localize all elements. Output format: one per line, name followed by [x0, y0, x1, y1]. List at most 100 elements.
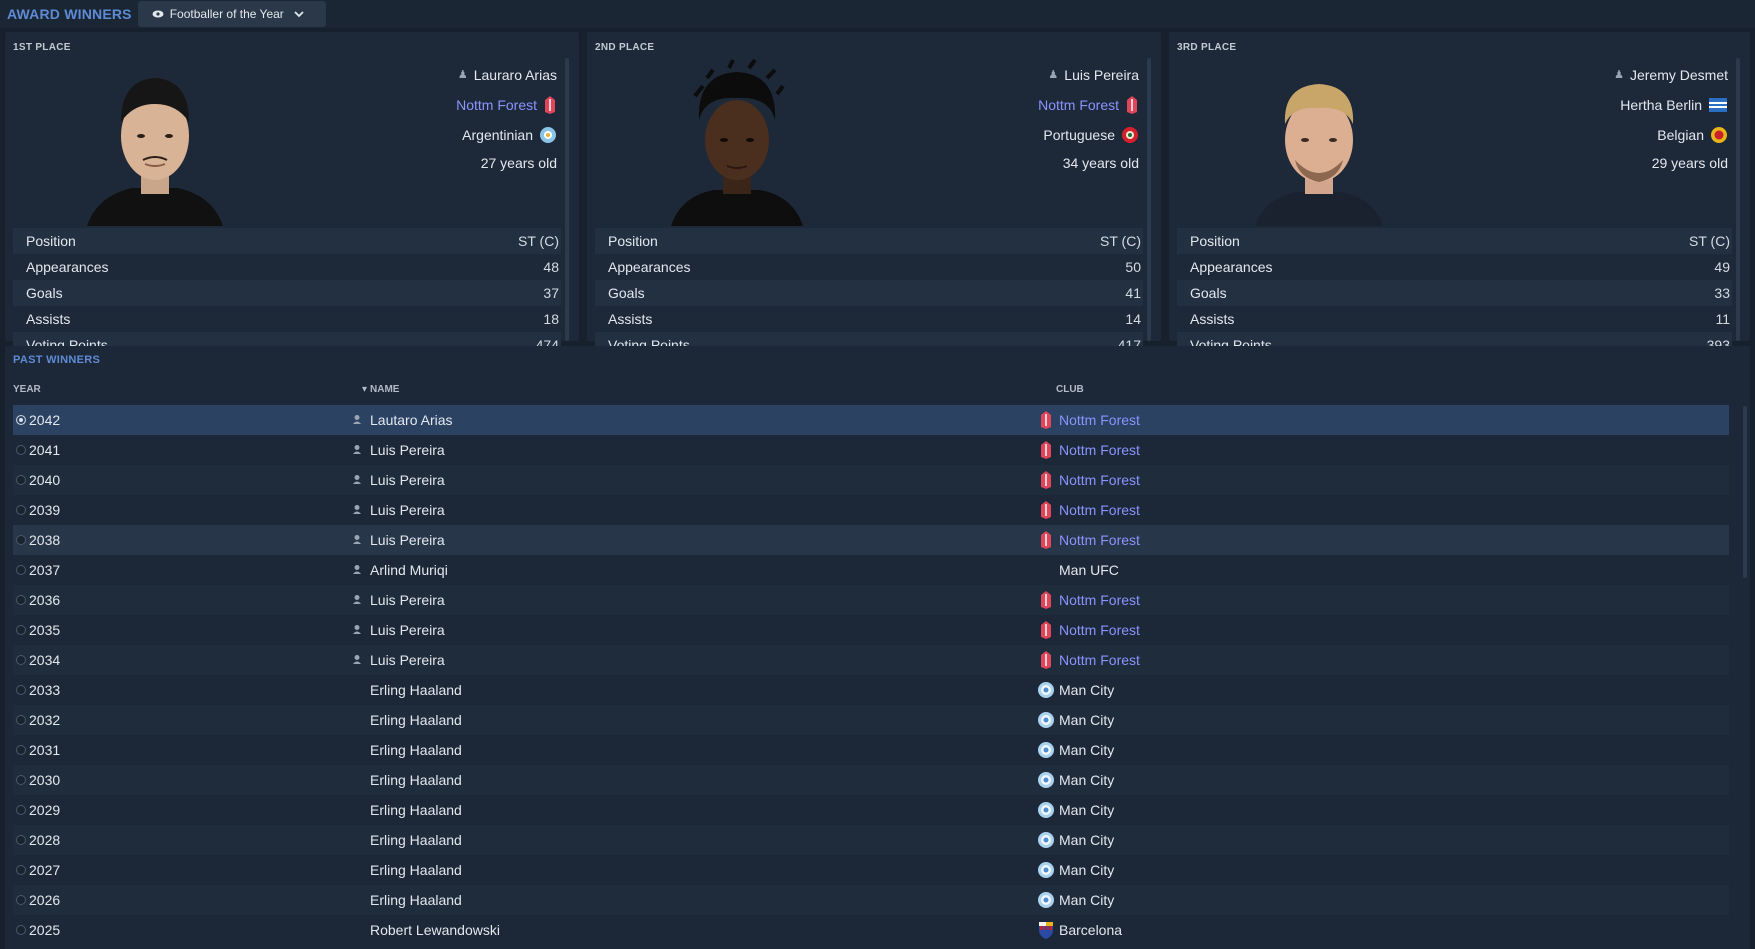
row-player-name[interactable]: Erling Haaland [370, 712, 462, 728]
card-scrollbar[interactable] [565, 58, 569, 341]
table-row[interactable]: 2025 Robert Lewandowski Barcelona [13, 915, 1729, 945]
table-row[interactable]: 2037 Arlind Muriqi Man UFC [13, 555, 1729, 585]
row-radio[interactable] [16, 415, 26, 425]
row-radio[interactable] [16, 475, 26, 485]
row-club[interactable]: Man UFC [1059, 562, 1119, 578]
row-player-name[interactable]: Erling Haaland [370, 802, 462, 818]
row-club[interactable]: Nottm Forest [1041, 651, 1140, 669]
row-club[interactable]: Nottm Forest [1041, 501, 1140, 519]
table-row[interactable]: 2035 Luis Pereira Nottm Forest [13, 615, 1729, 645]
column-header-name[interactable]: NAME [370, 384, 399, 395]
row-radio[interactable] [16, 685, 26, 695]
person-icon [353, 565, 361, 574]
table-row[interactable]: 2034 Luis Pereira Nottm Forest [13, 645, 1729, 675]
row-player-name[interactable]: Luis Pereira [353, 592, 445, 608]
row-radio[interactable] [16, 565, 26, 575]
podium-card-2nd: 2ND PLACE ♟ Luis Pereira Nottm Forest Por… [587, 32, 1161, 358]
row-club[interactable]: Nottm Forest [1041, 591, 1140, 609]
row-player-name[interactable]: Erling Haaland [370, 742, 462, 758]
player-name[interactable]: Jeremy Desmet [1630, 61, 1728, 89]
nottm-forest-crest-icon [1127, 96, 1137, 114]
row-player-name[interactable]: Erling Haaland [370, 832, 462, 848]
row-radio[interactable] [16, 775, 26, 785]
row-radio[interactable] [16, 445, 26, 455]
row-player-name[interactable]: Luis Pereira [353, 532, 445, 548]
row-club[interactable]: Man City [1038, 772, 1114, 788]
place-label: 3RD PLACE [1177, 42, 1237, 53]
row-year: 2042 [29, 412, 61, 428]
row-club[interactable]: Nottm Forest [1041, 531, 1140, 549]
row-player-name[interactable]: Luis Pereira [353, 442, 445, 458]
row-radio[interactable] [16, 895, 26, 905]
row-radio[interactable] [16, 865, 26, 875]
player-portrait [671, 58, 803, 226]
row-player-name-text: Luis Pereira [370, 532, 445, 548]
page-title: AWARD WINNERS [7, 6, 132, 22]
table-row[interactable]: 2042 Lautaro Arias Nottm Forest [13, 405, 1729, 435]
row-club[interactable]: Man City [1038, 892, 1114, 908]
row-club[interactable]: Nottm Forest [1041, 441, 1140, 459]
table-row[interactable]: 2041 Luis Pereira Nottm Forest [13, 435, 1729, 465]
row-player-name[interactable]: Erling Haaland [370, 682, 462, 698]
row-radio[interactable] [16, 595, 26, 605]
table-scrollbar[interactable] [1743, 406, 1747, 578]
table-row[interactable]: 2039 Luis Pereira Nottm Forest [13, 495, 1729, 525]
row-player-name[interactable]: Luis Pereira [353, 472, 445, 488]
row-player-name-text: Erling Haaland [370, 772, 462, 788]
table-row[interactable]: 2029 Erling Haaland Man City [13, 795, 1729, 825]
player-club[interactable]: Hertha Berlin [1620, 91, 1702, 119]
column-header-club[interactable]: CLUB [1056, 384, 1084, 395]
row-club[interactable]: Man City [1038, 682, 1114, 698]
row-player-name[interactable]: Erling Haaland [370, 772, 462, 788]
award-select-dropdown[interactable]: Footballer of the Year [137, 1, 326, 27]
table-row[interactable]: 2038 Luis Pereira Nottm Forest [13, 525, 1729, 555]
table-header: YEAR ▾ NAME CLUB [13, 384, 1733, 398]
row-club[interactable]: Man City [1038, 832, 1114, 848]
player-name[interactable]: Lauraro Arias [474, 61, 557, 89]
row-player-name[interactable]: Luis Pereira [353, 652, 445, 668]
row-radio[interactable] [16, 835, 26, 845]
row-player-name[interactable]: Arlind Muriqi [353, 562, 448, 578]
row-player-name[interactable]: Erling Haaland [370, 862, 462, 878]
row-player-name[interactable]: Luis Pereira [353, 502, 445, 518]
card-scrollbar[interactable] [1147, 58, 1151, 341]
column-header-year[interactable]: YEAR [13, 384, 41, 395]
table-row[interactable]: 2030 Erling Haaland Man City [13, 765, 1729, 795]
row-club[interactable]: Man City [1038, 712, 1114, 728]
player-club-link[interactable]: Nottm Forest [456, 91, 537, 119]
row-club[interactable]: Nottm Forest [1041, 411, 1140, 429]
table-row[interactable]: 2036 Luis Pereira Nottm Forest [13, 585, 1729, 615]
row-player-name[interactable]: Lautaro Arias [353, 412, 453, 428]
table-row[interactable]: 2026 Erling Haaland Man City [13, 885, 1729, 915]
row-radio[interactable] [16, 715, 26, 725]
table-row[interactable]: 2032 Erling Haaland Man City [13, 705, 1729, 735]
row-radio[interactable] [16, 655, 26, 665]
row-radio[interactable] [16, 745, 26, 755]
table-row[interactable]: 2040 Luis Pereira Nottm Forest [13, 465, 1729, 495]
row-club[interactable]: Barcelona [1039, 922, 1122, 939]
row-player-name[interactable]: Luis Pereira [353, 622, 445, 638]
player-club-link[interactable]: Nottm Forest [1038, 91, 1119, 119]
row-club[interactable]: Man City [1038, 802, 1114, 818]
nottm-forest-crest-icon [1041, 501, 1051, 519]
row-club[interactable]: Man City [1038, 862, 1114, 878]
table-row[interactable]: 2027 Erling Haaland Man City [13, 855, 1729, 885]
row-radio[interactable] [16, 505, 26, 515]
row-club[interactable]: Nottm Forest [1041, 621, 1140, 639]
row-radio[interactable] [16, 805, 26, 815]
row-radio[interactable] [16, 925, 26, 935]
table-row[interactable]: 2031 Erling Haaland Man City [13, 735, 1729, 765]
row-club[interactable]: Nottm Forest [1041, 471, 1140, 489]
person-icon [353, 625, 361, 634]
row-player-name[interactable]: Erling Haaland [370, 892, 462, 908]
card-scrollbar[interactable] [1736, 58, 1740, 341]
stat-label: Assists [608, 311, 653, 327]
row-radio[interactable] [16, 625, 26, 635]
table-row[interactable]: 2033 Erling Haaland Man City [13, 675, 1729, 705]
row-radio[interactable] [16, 535, 26, 545]
row-player-name[interactable]: Robert Lewandowski [370, 922, 500, 938]
person-icon [353, 535, 361, 544]
row-club[interactable]: Man City [1038, 742, 1114, 758]
table-row[interactable]: 2028 Erling Haaland Man City [13, 825, 1729, 855]
player-name[interactable]: Luis Pereira [1064, 61, 1139, 89]
